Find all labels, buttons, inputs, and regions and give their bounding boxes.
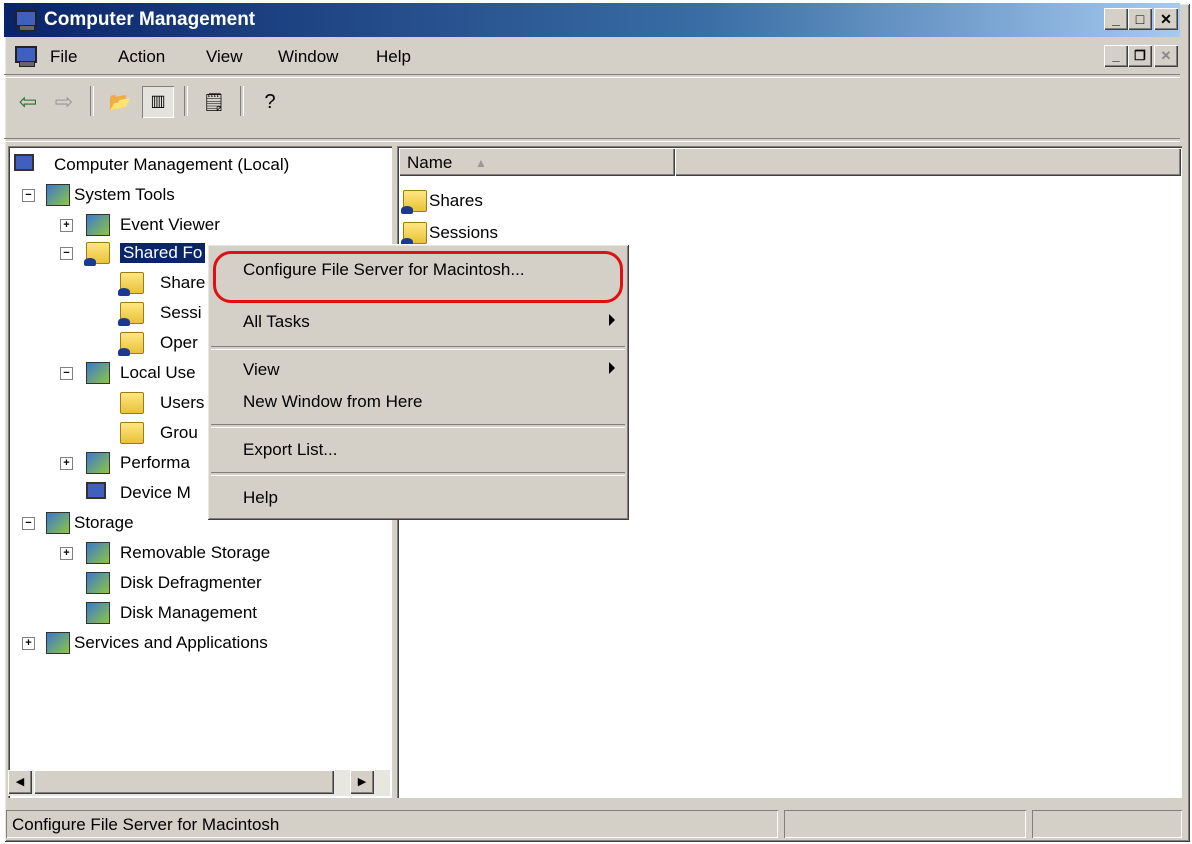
computer-icon[interactable] [13,45,37,67]
expand-icon[interactable]: + [22,637,35,650]
computer-icon [14,154,34,171]
child-close-button[interactable]: ✕ [1154,45,1178,67]
disk-management-icon [86,602,110,624]
status-bar: Configure File Server for Macintosh [4,808,1184,840]
shared-folder-icon [401,190,427,214]
export-list-icon[interactable]: 🗒 [198,86,230,118]
forward-arrow-icon[interactable]: ⇨ [48,86,80,118]
window-title: Computer Management [44,9,256,30]
computer-icon [13,9,37,31]
users-icon [86,362,110,384]
menu-separator [211,472,625,476]
expand-icon[interactable]: + [60,547,73,560]
expand-icon[interactable]: + [60,457,73,470]
scroll-left-arrow-icon[interactable]: ◀ [8,770,32,794]
submenu-arrow-icon [609,314,615,326]
sort-ascending-icon: ▲ [475,156,487,170]
menu-bar: File Action View Window Help _ ❐ ✕ [4,39,1180,73]
storage-icon [46,512,70,534]
services-icon [46,632,70,654]
annotation-highlight-ring [213,251,623,303]
menu-file[interactable]: File [50,47,77,67]
folder-icon [120,392,144,414]
toolbar-separator [184,86,188,116]
child-restore-button[interactable]: ❐ [1128,45,1152,67]
menu-help[interactable]: Help [376,47,411,67]
menu-window[interactable]: Window [278,47,338,67]
status-pane-3 [1032,810,1182,838]
toolbar-separator-line [4,138,1180,142]
menu-item-all-tasks[interactable]: All Tasks [209,306,627,338]
menu-view[interactable]: View [206,47,243,67]
menu-action[interactable]: Action [118,47,165,67]
scroll-right-arrow-icon[interactable]: ▶ [350,770,374,794]
scrollbar-thumb[interactable] [34,770,334,794]
removable-storage-icon [86,542,110,564]
toolbar: ⇦ ⇨ 📂 ▥ 🗒 ? [4,76,1180,136]
show-hide-tree-icon[interactable]: ▥ [142,86,174,118]
shared-folder-icon [118,272,144,296]
menu-separator [211,424,625,428]
back-arrow-icon[interactable]: ⇦ [12,86,44,118]
column-header-name[interactable]: Name ▲ [399,148,675,176]
collapse-icon[interactable]: − [22,517,35,530]
performance-icon [86,452,110,474]
folder-icon [120,422,144,444]
toolbar-separator [240,86,244,116]
shared-folder-icon [401,222,427,246]
shared-folder-icon [84,242,110,266]
up-one-level-icon[interactable]: 📂 [104,86,136,118]
shared-folder-icon [118,332,144,356]
collapse-icon[interactable]: − [60,367,73,380]
computer-icon [86,482,106,499]
child-minimize-button[interactable]: _ [1104,45,1128,67]
maximize-button[interactable]: □ [1128,8,1152,30]
collapse-icon[interactable]: − [22,189,35,202]
title-bar[interactable]: Computer Management _ □ ✕ [4,3,1180,37]
collapse-icon[interactable]: − [60,247,73,260]
menu-item-view[interactable]: View [209,354,627,386]
menu-separator [211,346,625,350]
disk-defragmenter-icon [86,572,110,594]
column-header-empty[interactable] [675,148,1181,176]
menu-item-help[interactable]: Help [209,482,627,514]
minimize-button[interactable]: _ [1104,8,1128,30]
expand-icon[interactable]: + [60,219,73,232]
shared-folder-icon [118,302,144,326]
event-viewer-icon [86,214,110,236]
toolbar-separator [90,86,94,116]
system-tools-icon [46,184,70,206]
close-button[interactable]: ✕ [1154,8,1178,30]
status-text-pane: Configure File Server for Macintosh [6,810,778,838]
menu-item-export-list[interactable]: Export List... [209,434,627,466]
tree-horizontal-scrollbar[interactable]: ◀ ▶ [8,770,390,796]
help-icon[interactable]: ? [254,86,286,118]
submenu-arrow-icon [609,362,615,374]
menu-item-new-window[interactable]: New Window from Here [209,386,627,418]
status-pane-2 [784,810,1026,838]
